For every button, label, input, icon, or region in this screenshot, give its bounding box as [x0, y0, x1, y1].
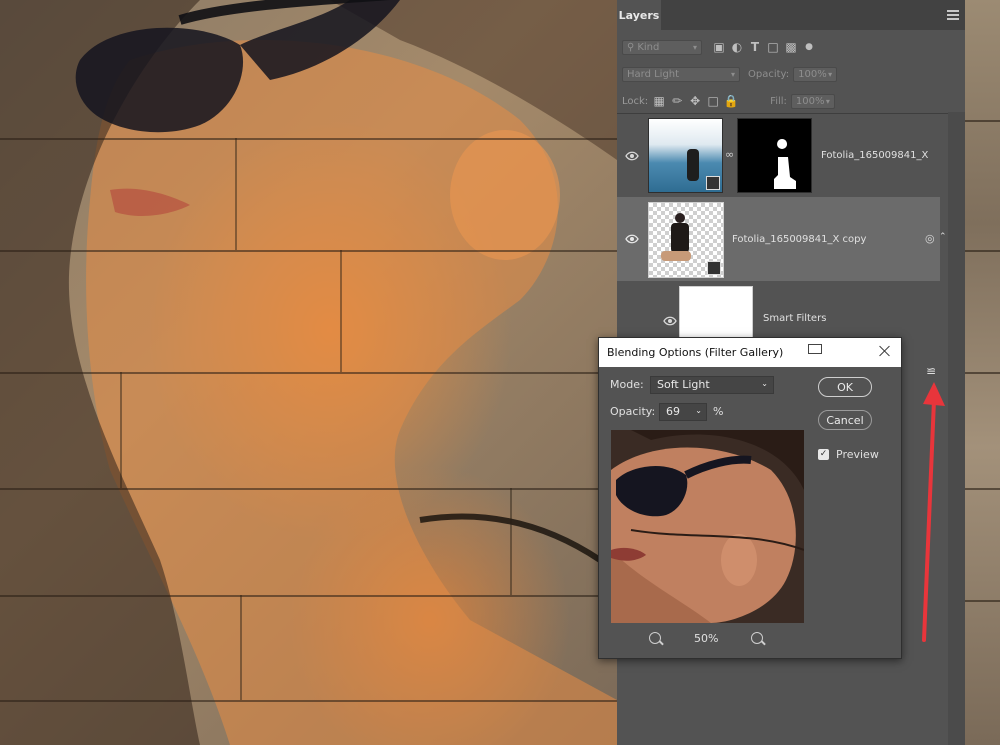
opacity-input[interactable]: 69 ⌄	[659, 403, 707, 421]
brick-line	[0, 250, 617, 252]
filter-blending-options-icon[interactable]: ≌	[926, 364, 936, 378]
visibility-eye-icon[interactable]	[625, 234, 639, 244]
chevron-down-icon: ▾	[825, 96, 830, 106]
brick-line	[965, 250, 1000, 252]
filter-toggle-icon[interactable]: ●	[800, 42, 818, 52]
brick-line	[0, 138, 617, 140]
mode-label: Mode:	[610, 378, 644, 391]
layer-thumbnail	[648, 118, 723, 193]
fill-value: 100%	[795, 95, 825, 107]
type-filter-icon[interactable]: T	[746, 40, 764, 54]
opacity-label: Opacity:	[610, 405, 656, 418]
dialog-titlebar[interactable]: Blending Options (Filter Gallery)	[599, 338, 901, 367]
zoom-in-icon[interactable]	[751, 632, 763, 644]
chevron-down-icon: ▾	[692, 42, 697, 52]
tab-layers[interactable]: Layers	[617, 0, 661, 30]
zoom-out-icon[interactable]	[649, 632, 661, 644]
fill-field[interactable]: 100% ▾	[790, 93, 835, 109]
chevron-down-icon: ⌄	[695, 406, 702, 415]
window-snap-icon[interactable]	[808, 344, 822, 354]
search-icon: ⚲	[627, 41, 635, 53]
preview-image[interactable]	[611, 430, 804, 623]
brick-joint	[235, 138, 237, 250]
opacity-label: Opacity:	[748, 68, 790, 80]
lock-artboard-icon[interactable]: □	[704, 94, 722, 108]
layer-mask-thumbnail[interactable]	[737, 118, 812, 193]
brick-line	[965, 372, 1000, 374]
shape-filter-icon[interactable]: □	[764, 40, 782, 54]
link-chain-icon[interactable]: ∞	[725, 148, 734, 161]
panel-tab-bar: Layers	[617, 0, 965, 30]
panel-scrollbar[interactable]	[948, 112, 965, 745]
brick-line	[965, 600, 1000, 602]
smart-object-badge-icon	[707, 261, 721, 275]
layer-thumbnail	[648, 202, 724, 278]
opacity-value: 100%	[798, 68, 827, 80]
brick-line	[0, 700, 617, 702]
chevron-down-icon: ⌄	[761, 379, 768, 388]
smart-object-filter-icon[interactable]: ▩	[782, 40, 800, 54]
lock-label: Lock:	[622, 95, 649, 107]
document-canvas[interactable]	[0, 0, 617, 745]
annotation-arrow	[922, 382, 945, 642]
lock-position-icon[interactable]: ✥	[686, 94, 704, 108]
adjustment-filter-icon[interactable]: ◐	[728, 40, 746, 54]
cancel-button[interactable]: Cancel	[818, 410, 872, 430]
brick-line	[965, 488, 1000, 490]
smart-object-badge-icon	[706, 176, 720, 190]
blend-mode-value: Hard Light	[627, 68, 680, 80]
figure-legs	[661, 251, 691, 261]
dialog-title: Blending Options (Filter Gallery)	[607, 346, 784, 359]
chevron-down-icon: ▾	[828, 69, 833, 79]
lock-transparent-pixels-icon[interactable]: ▦	[650, 94, 668, 108]
filter-kind-label: Kind	[637, 41, 660, 53]
layer-name[interactable]: Fotolia_165009841_X copy	[732, 234, 866, 245]
close-icon[interactable]	[879, 345, 891, 357]
zoom-level: 50%	[694, 632, 719, 645]
percent-unit: %	[713, 405, 724, 418]
image-filter-icon[interactable]: ▣	[710, 40, 728, 54]
preview-photo	[611, 430, 804, 623]
layer-row[interactable]: ∞ Fotolia_165009841_X	[617, 114, 940, 197]
figure-silhouette	[687, 149, 699, 181]
chevron-down-icon: ▾	[730, 69, 735, 79]
blend-mode-row: Hard Light ▾ Opacity: 100% ▾	[617, 65, 965, 83]
filter-kind-select[interactable]: ⚲ Kind ▾	[622, 39, 702, 55]
visibility-eye-icon[interactable]	[663, 316, 677, 326]
brick-joint	[340, 250, 342, 372]
lock-row: Lock: ▦ ✏ ✥ □ 🔒 Fill: 100% ▾	[617, 92, 965, 110]
brick-line	[0, 372, 617, 374]
layer-filter-row: ⚲ Kind ▾ ▣ ◐ T □ ▩ ●	[617, 38, 965, 56]
preview-checkbox[interactable]: ✓	[818, 449, 829, 460]
blend-mode-select[interactable]: Hard Light ▾	[622, 66, 740, 82]
ok-button[interactable]: OK	[818, 377, 872, 397]
opacity-value: 69	[666, 405, 680, 418]
collapse-effects-icon[interactable]: ⌃	[939, 232, 947, 242]
preview-label: Preview	[836, 448, 879, 461]
figure-head	[675, 213, 685, 223]
brick-line	[0, 595, 617, 597]
brick-joint	[240, 595, 242, 700]
brick-line	[0, 488, 617, 490]
smart-filters-row[interactable]: Smart Filters	[617, 281, 940, 346]
mask-silhouette	[774, 139, 796, 189]
lock-image-pixels-icon[interactable]: ✏	[668, 94, 686, 108]
mode-value: Soft Light	[657, 378, 710, 391]
panel-menu-icon[interactable]	[947, 10, 959, 20]
blending-options-dialog: Blending Options (Filter Gallery) Mode: …	[598, 337, 902, 659]
brick-line	[965, 120, 1000, 122]
mode-select[interactable]: Soft Light ⌄	[650, 376, 774, 394]
lock-all-icon[interactable]: 🔒	[722, 94, 740, 108]
fill-label: Fill:	[770, 95, 787, 107]
smart-filters-label: Smart Filters	[763, 313, 827, 324]
smart-filter-indicator-icon[interactable]: ◎	[925, 232, 935, 245]
figure-silhouette	[671, 223, 689, 253]
opacity-field[interactable]: 100% ▾	[793, 66, 838, 82]
layer-name[interactable]: Fotolia_165009841_X	[821, 150, 928, 161]
layer-row-selected[interactable]: Fotolia_165009841_X copy ◎ ⌃	[617, 197, 947, 281]
brick-joint	[120, 372, 122, 488]
visibility-eye-icon[interactable]	[625, 151, 639, 161]
brick-joint	[510, 488, 512, 595]
